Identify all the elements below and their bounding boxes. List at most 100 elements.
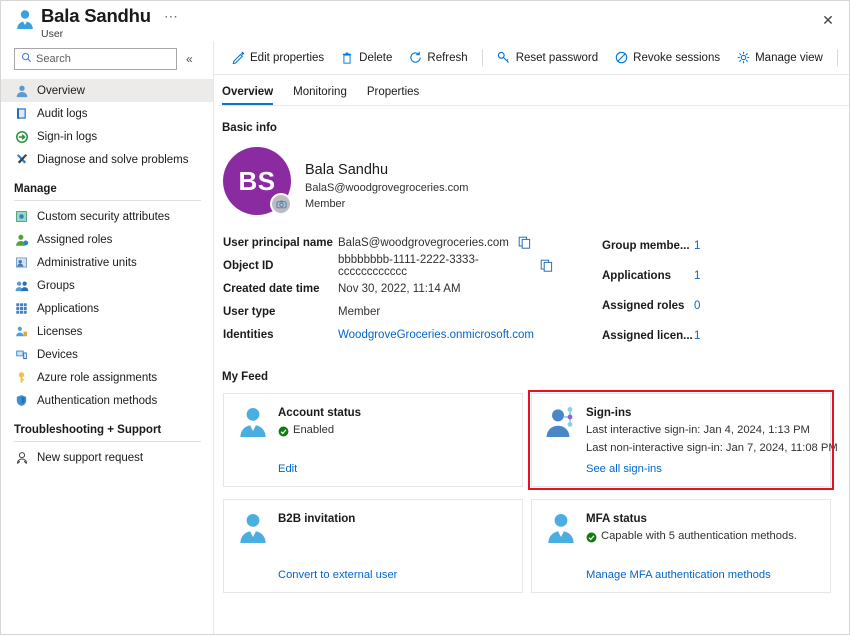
command-bar: Edit properties Delete [214, 41, 849, 75]
tab-overview[interactable]: Overview [222, 86, 273, 105]
property-value-link[interactable]: 1 [694, 330, 700, 342]
property-label: Group membe... [602, 240, 694, 252]
sidebar-item-label: Sign-in logs [37, 131, 97, 143]
card-status-line: Capable with 5 authentication methods. [586, 527, 818, 545]
title-row: Bala Sandhu ⋯ [41, 5, 182, 27]
close-icon[interactable]: ✕ [815, 7, 841, 33]
card-title: B2B invitation [278, 511, 510, 527]
sidebar-item-new-support-request[interactable]: New support request [1, 446, 213, 469]
sidebar-nav: Overview Audit logs [1, 78, 213, 469]
groups-icon [14, 278, 29, 293]
more-menu-button[interactable]: ⋯ [161, 7, 183, 25]
sidebar-item-devices[interactable]: Devices [1, 343, 213, 366]
edit-properties-button[interactable]: Edit properties [223, 48, 332, 68]
content-area: Overview Monitoring Properties Basic inf… [214, 75, 849, 634]
titlebar: Bala Sandhu ⋯ User ✕ [1, 1, 849, 41]
card-body: MFA status Capable with 5 authentication… [586, 511, 818, 592]
sidebar-item-authentication-methods[interactable]: Authentication methods [1, 389, 213, 412]
property-label: Identities [223, 329, 338, 341]
card-account-status[interactable]: Account status Enabled Edi [223, 393, 523, 487]
sidebar-item-licenses[interactable]: Licenses [1, 320, 213, 343]
card-action-link[interactable]: Manage MFA authentication methods [586, 569, 771, 592]
manage-view-button[interactable]: Manage view [728, 48, 831, 68]
command-label: Reset password [516, 52, 598, 64]
wrench-icon [14, 152, 29, 167]
block-icon [614, 51, 628, 65]
card-title: Sign-ins [586, 405, 818, 421]
collapse-sidebar-button[interactable]: « [186, 53, 193, 65]
sidebar-item-label: Groups [37, 280, 75, 292]
identity-text: Bala Sandhu BalaS@woodgrovegroceries.com… [305, 147, 468, 212]
card-sign-ins[interactable]: Sign-ins Last interactive sign-in: Jan 4… [531, 393, 831, 487]
sidebar-item-azure-role-assignments[interactable]: Azure role assignments [1, 366, 213, 389]
page-title: Bala Sandhu [41, 5, 151, 27]
sidebar-item-assigned-roles[interactable]: Assigned roles [1, 228, 213, 251]
devices-icon [14, 347, 29, 362]
property-row-group-memberships: Group membe... 1 [602, 231, 849, 261]
person-icon [238, 512, 268, 544]
card-action-link[interactable]: Edit [278, 463, 297, 486]
sidebar-item-diagnose[interactable]: Diagnose and solve problems [1, 148, 213, 171]
revoke-sessions-button[interactable]: Revoke sessions [606, 48, 728, 68]
property-row-upn: User principal name BalaS@woodgrovegroce… [223, 231, 553, 254]
card-status-line: Enabled [278, 421, 510, 439]
shield-icon [14, 393, 29, 408]
key-icon [14, 370, 29, 385]
sidebar-item-audit-logs[interactable]: Audit logs [1, 102, 213, 125]
sidebar-item-label: Custom security attributes [37, 211, 170, 223]
property-label: Applications [602, 270, 694, 282]
property-value-link[interactable]: 1 [694, 270, 700, 282]
property-label: User principal name [223, 237, 338, 249]
reset-password-button[interactable]: Reset password [489, 48, 606, 68]
card-body: Account status Enabled Edi [278, 405, 510, 486]
delete-button[interactable]: Delete [332, 48, 400, 68]
custom-attributes-icon [14, 209, 29, 224]
page-subtitle: User [41, 27, 182, 41]
applications-icon [14, 301, 29, 316]
copy-icon[interactable] [518, 236, 531, 249]
card-status-text: Enabled [293, 421, 334, 439]
card-mfa-status[interactable]: MFA status Capable with 5 authentication… [531, 499, 831, 593]
basic-info-heading: Basic info [218, 106, 849, 134]
divider [14, 200, 201, 201]
licenses-icon [14, 324, 29, 339]
card-b2b-invitation[interactable]: B2B invitation Convert to external user [223, 499, 523, 593]
identity-email: BalaS@woodgrovegroceries.com [305, 180, 468, 196]
property-label: Created date time [223, 283, 338, 295]
sidebar-item-custom-security-attributes[interactable]: Custom security attributes [1, 205, 213, 228]
sidebar-item-label: Audit logs [37, 108, 88, 120]
got-feedback-button[interactable]: Got feedback? [844, 48, 849, 68]
card-action-link[interactable]: Convert to external user [278, 569, 397, 592]
property-value-link[interactable]: WoodgroveGroceries.onmicrosoft.com [338, 329, 534, 341]
sidebar-item-administrative-units[interactable]: Administrative units [1, 251, 213, 274]
card-action-link[interactable]: See all sign-ins [586, 463, 662, 486]
sidebar-item-groups[interactable]: Groups [1, 274, 213, 297]
property-row-applications: Applications 1 [602, 261, 849, 291]
sidebar-group-manage: Manage [1, 171, 213, 198]
sidebar-item-label: Devices [37, 349, 78, 361]
sidebar-item-sign-in-logs[interactable]: Sign-in logs [1, 125, 213, 148]
sidebar-item-label: New support request [37, 452, 143, 464]
tab-properties[interactable]: Properties [367, 86, 419, 105]
property-label: User type [223, 306, 338, 318]
refresh-button[interactable]: Refresh [400, 48, 475, 68]
property-value-link[interactable]: 1 [694, 240, 700, 252]
assigned-roles-icon [14, 232, 29, 247]
support-person-icon [14, 450, 29, 465]
search-input[interactable] [36, 53, 176, 65]
sidebar-item-applications[interactable]: Applications [1, 297, 213, 320]
sidebar-item-label: Assigned roles [37, 234, 112, 246]
sidebar-item-overview[interactable]: Overview [1, 79, 213, 102]
camera-icon[interactable] [270, 193, 292, 215]
property-label: Assigned roles [602, 300, 694, 312]
main-panel: Edit properties Delete [214, 41, 849, 634]
property-value: BalaS@woodgrovegroceries.com [338, 237, 509, 249]
copy-icon[interactable] [540, 259, 553, 272]
property-value-link[interactable]: 0 [694, 300, 700, 312]
sidebar-item-label: Overview [37, 85, 85, 97]
tab-monitoring[interactable]: Monitoring [293, 86, 347, 105]
identity-user-type: Member [305, 196, 468, 212]
tab-strip: Overview Monitoring Properties [218, 75, 849, 105]
pencil-icon [231, 51, 245, 65]
search-box[interactable] [14, 48, 177, 70]
